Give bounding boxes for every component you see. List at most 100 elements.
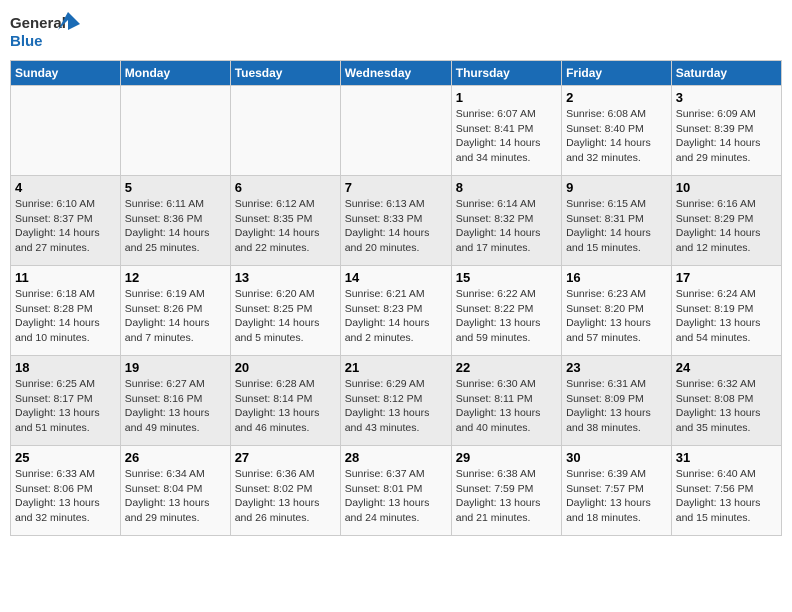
day-info: Sunrise: 6:36 AM Sunset: 8:02 PM Dayligh… [235, 467, 336, 526]
calendar-cell: 24Sunrise: 6:32 AM Sunset: 8:08 PM Dayli… [671, 356, 781, 446]
day-number: 28 [345, 450, 447, 465]
day-number: 16 [566, 270, 667, 285]
day-info: Sunrise: 6:16 AM Sunset: 8:29 PM Dayligh… [676, 197, 777, 256]
day-info: Sunrise: 6:12 AM Sunset: 8:35 PM Dayligh… [235, 197, 336, 256]
day-number: 5 [125, 180, 226, 195]
day-number: 11 [15, 270, 116, 285]
col-header-wednesday: Wednesday [340, 61, 451, 86]
day-info: Sunrise: 6:30 AM Sunset: 8:11 PM Dayligh… [456, 377, 557, 436]
day-info: Sunrise: 6:24 AM Sunset: 8:19 PM Dayligh… [676, 287, 777, 346]
day-info: Sunrise: 6:34 AM Sunset: 8:04 PM Dayligh… [125, 467, 226, 526]
calendar-cell: 9Sunrise: 6:15 AM Sunset: 8:31 PM Daylig… [562, 176, 672, 266]
calendar-week-row: 18 Sunrise: 6:25 AM Sunset: 8:17 PM Dayli… [11, 356, 782, 446]
day-number: 19 [125, 360, 226, 375]
day-info: Sunrise: 6:21 AM Sunset: 8:23 PM Dayligh… [345, 287, 447, 346]
calendar-header-row: SundayMondayTuesdayWednesdayThursdayFrid… [11, 61, 782, 86]
calendar-cell: 16 Sunrise: 6:23 AM Sunset: 8:20 PM Dayli… [562, 266, 672, 356]
day-number: 10 [676, 180, 777, 195]
day-number: 1 [456, 90, 557, 105]
calendar-table: SundayMondayTuesdayWednesdayThursdayFrid… [10, 60, 782, 536]
calendar-cell: 26 Sunrise: 6:34 AM Sunset: 8:04 PM Dayli… [120, 446, 230, 536]
calendar-cell: 30 Sunrise: 6:39 AM Sunset: 7:57 PM Dayli… [562, 446, 672, 536]
day-number: 4 [15, 180, 116, 195]
day-number: 6 [235, 180, 336, 195]
day-number: 9 [566, 180, 667, 195]
col-header-friday: Friday [562, 61, 672, 86]
calendar-week-row: 1 Sunrise: 6:07 AM Sunset: 8:41 PM Daylig… [11, 86, 782, 176]
calendar-cell [120, 86, 230, 176]
calendar-cell: 22Sunrise: 6:30 AM Sunset: 8:11 PM Dayli… [451, 356, 561, 446]
calendar-cell: 27 Sunrise: 6:36 AM Sunset: 8:02 PM Dayli… [230, 446, 340, 536]
logo: GeneralBlue [10, 10, 80, 52]
calendar-cell [230, 86, 340, 176]
day-info: Sunrise: 6:25 AM Sunset: 8:17 PM Dayligh… [15, 377, 116, 436]
day-number: 29 [456, 450, 557, 465]
day-info: Sunrise: 6:37 AM Sunset: 8:01 PM Dayligh… [345, 467, 447, 526]
calendar-cell: 23 Sunrise: 6:31 AM Sunset: 8:09 PM Dayli… [562, 356, 672, 446]
header: GeneralBlue [10, 10, 782, 52]
calendar-cell: 21 Sunrise: 6:29 AM Sunset: 8:12 PM Dayli… [340, 356, 451, 446]
day-info: Sunrise: 6:18 AM Sunset: 8:28 PM Dayligh… [15, 287, 116, 346]
calendar-cell [11, 86, 121, 176]
day-info: Sunrise: 6:39 AM Sunset: 7:57 PM Dayligh… [566, 467, 667, 526]
day-info: Sunrise: 6:20 AM Sunset: 8:25 PM Dayligh… [235, 287, 336, 346]
day-number: 21 [345, 360, 447, 375]
day-number: 12 [125, 270, 226, 285]
day-info: Sunrise: 6:27 AM Sunset: 8:16 PM Dayligh… [125, 377, 226, 436]
day-info: Sunrise: 6:09 AM Sunset: 8:39 PM Dayligh… [676, 107, 777, 166]
logo-svg: GeneralBlue [10, 10, 80, 52]
calendar-cell: 31Sunrise: 6:40 AM Sunset: 7:56 PM Dayli… [671, 446, 781, 536]
calendar-cell: 29Sunrise: 6:38 AM Sunset: 7:59 PM Dayli… [451, 446, 561, 536]
calendar-week-row: 4 Sunrise: 6:10 AM Sunset: 8:37 PM Daylig… [11, 176, 782, 266]
calendar-cell: 10 Sunrise: 6:16 AM Sunset: 8:29 PM Dayli… [671, 176, 781, 266]
calendar-cell [340, 86, 451, 176]
day-info: Sunrise: 6:28 AM Sunset: 8:14 PM Dayligh… [235, 377, 336, 436]
day-info: Sunrise: 6:23 AM Sunset: 8:20 PM Dayligh… [566, 287, 667, 346]
day-info: Sunrise: 6:31 AM Sunset: 8:09 PM Dayligh… [566, 377, 667, 436]
calendar-cell: 19 Sunrise: 6:27 AM Sunset: 8:16 PM Dayli… [120, 356, 230, 446]
day-number: 17 [676, 270, 777, 285]
day-number: 20 [235, 360, 336, 375]
calendar-cell: 4 Sunrise: 6:10 AM Sunset: 8:37 PM Daylig… [11, 176, 121, 266]
day-number: 30 [566, 450, 667, 465]
day-info: Sunrise: 6:29 AM Sunset: 8:12 PM Dayligh… [345, 377, 447, 436]
calendar-cell: 28 Sunrise: 6:37 AM Sunset: 8:01 PM Dayli… [340, 446, 451, 536]
day-number: 2 [566, 90, 667, 105]
col-header-monday: Monday [120, 61, 230, 86]
day-number: 15 [456, 270, 557, 285]
calendar-cell: 13 Sunrise: 6:20 AM Sunset: 8:25 PM Dayli… [230, 266, 340, 356]
calendar-cell: 3Sunrise: 6:09 AM Sunset: 8:39 PM Daylig… [671, 86, 781, 176]
day-number: 14 [345, 270, 447, 285]
col-header-saturday: Saturday [671, 61, 781, 86]
day-info: Sunrise: 6:07 AM Sunset: 8:41 PM Dayligh… [456, 107, 557, 166]
day-info: Sunrise: 6:10 AM Sunset: 8:37 PM Dayligh… [15, 197, 116, 256]
calendar-cell: 1 Sunrise: 6:07 AM Sunset: 8:41 PM Daylig… [451, 86, 561, 176]
day-number: 13 [235, 270, 336, 285]
calendar-cell: 20 Sunrise: 6:28 AM Sunset: 8:14 PM Dayli… [230, 356, 340, 446]
col-header-sunday: Sunday [11, 61, 121, 86]
col-header-tuesday: Tuesday [230, 61, 340, 86]
calendar-cell: 11 Sunrise: 6:18 AM Sunset: 8:28 PM Dayli… [11, 266, 121, 356]
calendar-cell: 5 Sunrise: 6:11 AM Sunset: 8:36 PM Daylig… [120, 176, 230, 266]
day-number: 8 [456, 180, 557, 195]
day-number: 26 [125, 450, 226, 465]
day-number: 24 [676, 360, 777, 375]
calendar-cell: 12Sunrise: 6:19 AM Sunset: 8:26 PM Dayli… [120, 266, 230, 356]
calendar-cell: 15 Sunrise: 6:22 AM Sunset: 8:22 PM Dayli… [451, 266, 561, 356]
day-info: Sunrise: 6:08 AM Sunset: 8:40 PM Dayligh… [566, 107, 667, 166]
col-header-thursday: Thursday [451, 61, 561, 86]
day-info: Sunrise: 6:14 AM Sunset: 8:32 PM Dayligh… [456, 197, 557, 256]
calendar-week-row: 25Sunrise: 6:33 AM Sunset: 8:06 PM Dayli… [11, 446, 782, 536]
calendar-cell: 2 Sunrise: 6:08 AM Sunset: 8:40 PM Daylig… [562, 86, 672, 176]
day-number: 23 [566, 360, 667, 375]
day-info: Sunrise: 6:22 AM Sunset: 8:22 PM Dayligh… [456, 287, 557, 346]
calendar-cell: 18 Sunrise: 6:25 AM Sunset: 8:17 PM Dayli… [11, 356, 121, 446]
day-info: Sunrise: 6:33 AM Sunset: 8:06 PM Dayligh… [15, 467, 116, 526]
day-number: 27 [235, 450, 336, 465]
day-info: Sunrise: 6:11 AM Sunset: 8:36 PM Dayligh… [125, 197, 226, 256]
calendar-cell: 14 Sunrise: 6:21 AM Sunset: 8:23 PM Dayli… [340, 266, 451, 356]
day-number: 18 [15, 360, 116, 375]
svg-text:Blue: Blue [10, 33, 43, 50]
calendar-cell: 7Sunrise: 6:13 AM Sunset: 8:33 PM Daylig… [340, 176, 451, 266]
day-info: Sunrise: 6:13 AM Sunset: 8:33 PM Dayligh… [345, 197, 447, 256]
